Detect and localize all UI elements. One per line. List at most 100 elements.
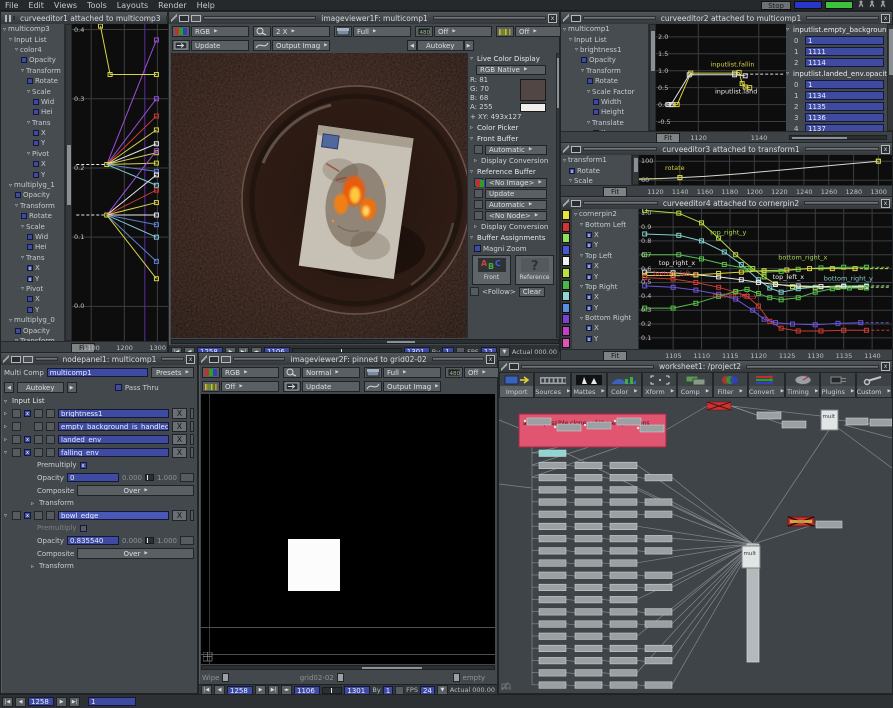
extra-handle[interactable] bbox=[453, 673, 460, 682]
section-header[interactable]: Display Conversion bbox=[481, 157, 548, 165]
input-list-row[interactable]: ▹xlanded_envX bbox=[1, 433, 197, 446]
tree-item[interactable]: Rotate bbox=[1, 76, 64, 86]
palette-swatch[interactable] bbox=[562, 314, 570, 324]
anim-checkbox[interactable] bbox=[33, 172, 39, 178]
iv1-off-dropdown[interactable]: Off▶ bbox=[434, 26, 492, 37]
input-name-field[interactable]: empty_background_is_handled_in_fi bbox=[58, 422, 169, 431]
update-mode-icon[interactable] bbox=[474, 200, 483, 209]
anim-checkbox[interactable] bbox=[33, 130, 39, 136]
enable-checkbox[interactable]: x bbox=[24, 410, 31, 417]
key-value-field[interactable]: 1114 bbox=[805, 58, 884, 67]
anim-checkbox[interactable] bbox=[27, 78, 33, 84]
tree-item[interactable]: xX bbox=[1, 263, 64, 273]
palette-swatch[interactable] bbox=[562, 291, 570, 301]
autokey-button[interactable]: Autokey bbox=[417, 40, 464, 51]
input-name-field[interactable]: brightness1 bbox=[58, 409, 169, 418]
expand-arrow-icon[interactable]: ▿ bbox=[3, 26, 6, 33]
input-list-row[interactable]: ▿xfalling_envX bbox=[1, 446, 197, 459]
tree-item[interactable]: ▿cornerpin2 bbox=[572, 209, 638, 219]
panel-corner-icon[interactable] bbox=[201, 355, 207, 363]
tree-item[interactable]: Wid bbox=[1, 232, 64, 242]
input-list-row[interactable]: ▹xbrightness1X bbox=[1, 407, 197, 420]
tree-item[interactable]: ▿Pivot bbox=[1, 149, 64, 159]
input-name-field[interactable]: falling_env bbox=[58, 448, 169, 457]
tree-item[interactable]: xY bbox=[1, 273, 64, 283]
anim-checkbox[interactable]: x bbox=[586, 325, 592, 331]
rgb-icon[interactable] bbox=[202, 367, 220, 378]
autokey-next-icon[interactable]: ▶ bbox=[464, 40, 474, 51]
tree-item[interactable]: Y bbox=[1, 305, 64, 315]
expand-arrow-icon[interactable]: ▿ bbox=[470, 135, 473, 142]
premultiply-checkbox[interactable]: x bbox=[80, 462, 87, 469]
zoom-icon[interactable] bbox=[283, 367, 301, 378]
expand-arrow-icon[interactable]: ▿ bbox=[27, 88, 30, 95]
panel-mode-icon[interactable] bbox=[5, 15, 7, 22]
anim-checkbox[interactable] bbox=[593, 99, 599, 105]
section-header[interactable]: Live Color Display bbox=[477, 55, 540, 63]
go-start-button[interactable]: |◀ bbox=[2, 697, 13, 707]
menu-render[interactable]: Render bbox=[153, 1, 191, 10]
reference-node-dropdown[interactable]: <No Node>▶ bbox=[485, 211, 547, 221]
panel-corner-icon[interactable] bbox=[563, 145, 569, 153]
palette-swatch[interactable] bbox=[562, 303, 570, 313]
tree-item[interactable]: ▿multiplyg_0 bbox=[1, 315, 64, 325]
command-field[interactable]: 1 bbox=[88, 697, 136, 706]
curveeditor2-plot[interactable]: inputlist.fallininputlist.land2.01.51.00… bbox=[656, 24, 786, 131]
expand-arrow-icon[interactable]: ▿ bbox=[21, 67, 24, 74]
tab-import[interactable]: Import bbox=[499, 372, 534, 398]
expand-arrow-icon[interactable]: ▿ bbox=[587, 88, 590, 95]
close-icon[interactable]: x bbox=[548, 14, 557, 23]
input-list-header[interactable]: Input List bbox=[12, 397, 45, 405]
tree-item[interactable]: Hei bbox=[1, 242, 64, 252]
menu-file[interactable]: File bbox=[0, 1, 23, 10]
tree-item[interactable]: xX bbox=[572, 261, 638, 271]
anim-checkbox[interactable] bbox=[15, 328, 21, 334]
worksheet1-titlebar[interactable]: worksheet1: /project2 x bbox=[499, 361, 892, 372]
tree-item[interactable]: ▿Transform bbox=[561, 66, 648, 76]
expand-arrow-icon[interactable]: ▿ bbox=[27, 119, 30, 126]
input-name-field[interactable]: bowl_edge bbox=[58, 511, 169, 520]
anim-checkbox[interactable] bbox=[587, 78, 593, 84]
tab-filter[interactable]: Filter▶ bbox=[713, 372, 748, 398]
tree-item[interactable]: Opacity bbox=[1, 55, 64, 65]
tab-comp[interactable]: Comp▶ bbox=[677, 372, 712, 398]
reference-image-dropdown[interactable]: <No Image>▶ bbox=[485, 178, 547, 188]
update-mode-icon[interactable] bbox=[474, 145, 483, 154]
expand-arrow-icon[interactable]: ▿ bbox=[470, 168, 473, 175]
imageviewer2-viewport[interactable] bbox=[201, 394, 495, 664]
panel-attach-icon[interactable] bbox=[221, 356, 231, 363]
tab-custom[interactable]: Custom▶ bbox=[856, 372, 892, 398]
iv2-output-imag-dropdown[interactable]: Output Imag▶ bbox=[383, 381, 441, 392]
clone-icon[interactable] bbox=[12, 511, 21, 520]
stop-button[interactable]: Stop bbox=[761, 1, 791, 10]
tree-item[interactable]: Y bbox=[1, 169, 64, 179]
menu-views[interactable]: Views bbox=[49, 1, 82, 10]
clone-icon[interactable] bbox=[12, 435, 21, 444]
curveeditor3-titlebar[interactable]: curveeditor3 attached to transform1 x bbox=[561, 143, 892, 155]
iv1-rgb-dropdown[interactable]: RGB▶ bbox=[191, 26, 249, 37]
expand-arrow-icon[interactable]: ▿ bbox=[580, 283, 583, 290]
tree-item[interactable]: Opacity bbox=[1, 190, 64, 200]
reference-auto-dropdown[interactable]: Automatic▶ bbox=[485, 200, 547, 210]
tree-item[interactable]: ▿multicomp1 bbox=[561, 24, 648, 34]
expand-arrow-icon[interactable]: ▿ bbox=[470, 55, 473, 62]
pass-thru-checkbox[interactable] bbox=[115, 384, 122, 391]
section-header[interactable]: Buffer Assignments bbox=[477, 234, 545, 242]
scrollbar-horizontal[interactable] bbox=[201, 665, 495, 670]
zoom-icon[interactable] bbox=[253, 26, 271, 37]
palette-swatch[interactable] bbox=[562, 338, 570, 348]
colorspace-dropdown[interactable]: RGB Native▶ bbox=[476, 65, 546, 75]
fps-dropdown-icon[interactable]: ▼ bbox=[499, 347, 510, 357]
grid-handle[interactable] bbox=[337, 673, 344, 682]
key-value-field[interactable]: 1 bbox=[805, 36, 884, 45]
curveeditor4-titlebar[interactable]: curveeditor4 attached to cornerpin2 x bbox=[561, 197, 892, 209]
front-buffer-button[interactable]: ABCFront bbox=[472, 255, 511, 285]
tree-item[interactable]: xY bbox=[572, 334, 638, 344]
expand-arrow-icon[interactable]: ▿ bbox=[4, 398, 7, 405]
tree-item[interactable]: Y bbox=[1, 138, 64, 148]
tab-convert[interactable]: Convert▶ bbox=[748, 372, 785, 398]
expand-arrow-icon[interactable]: ▿ bbox=[580, 221, 583, 228]
anim-checkbox[interactable]: x bbox=[27, 265, 33, 271]
palette-swatch[interactable] bbox=[562, 326, 570, 336]
tree-item[interactable]: ▿multicomp3 bbox=[1, 24, 64, 34]
